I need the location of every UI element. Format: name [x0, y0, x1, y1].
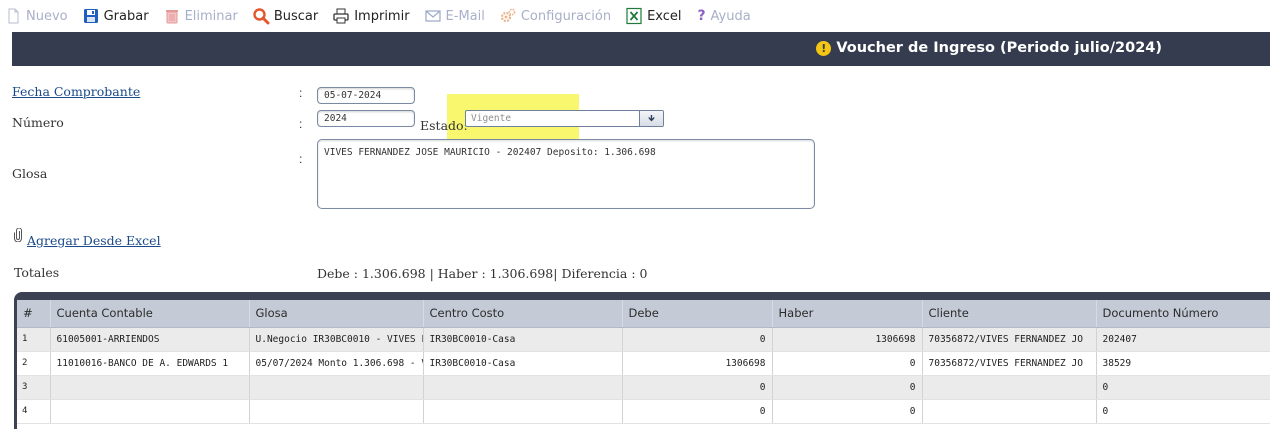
totales-label: Totales	[14, 265, 60, 280]
page-title: ! Voucher de Ingreso (Periodo julio/2024…	[816, 40, 1162, 56]
cuenta-cell[interactable]	[50, 399, 250, 424]
totales-summary: Debe : 1.306.698 | Haber : 1.306.698| Di…	[317, 266, 648, 281]
colon: :	[299, 86, 303, 100]
column-header[interactable]: #	[17, 300, 51, 328]
column-header[interactable]: Glosa	[249, 300, 424, 328]
debe-cell[interactable]: 0	[622, 375, 773, 400]
question-mark-icon: ?	[697, 8, 706, 24]
column-header[interactable]: Haber	[772, 300, 923, 328]
configuracion-button[interactable]: Configuración	[499, 7, 611, 25]
table-row[interactable]: 3 0 0 0	[17, 375, 1270, 400]
row-index: 1	[17, 327, 51, 352]
column-header[interactable]: Centro Costo	[423, 300, 623, 328]
haber-cell[interactable]: 0	[772, 351, 923, 376]
estado-label: Estado:	[420, 118, 468, 133]
documento-cell[interactable]: 202407	[1096, 327, 1270, 352]
email-button[interactable]: E-Mail	[424, 7, 485, 25]
glosa-cell[interactable]: 05/07/2024 Monto 1.306.698 - V	[249, 351, 424, 376]
table-row[interactable]: 1 61005001-ARRIENDOS U.Negocio IR30BC001…	[17, 327, 1270, 352]
centro-costo-cell[interactable]: IR30BC0010-Casa	[423, 327, 623, 352]
fecha-comprobante-link[interactable]: Fecha Comprobante	[12, 84, 140, 99]
ayuda-button[interactable]: ? Ayuda	[696, 7, 750, 25]
row-index: 2	[17, 351, 51, 376]
haber-cell[interactable]: 0	[772, 399, 923, 424]
excel-button[interactable]: Excel	[625, 7, 682, 25]
header-bar: ! Voucher de Ingreso (Periodo julio/2024…	[12, 32, 1270, 66]
envelope-icon	[424, 7, 442, 25]
grid-header-row: # Cuenta Contable Glosa Centro Costo Deb…	[17, 300, 1270, 328]
search-icon	[252, 7, 270, 25]
row-index: 3	[17, 375, 51, 400]
colon: :	[299, 152, 303, 166]
centro-costo-cell[interactable]	[423, 399, 623, 424]
eliminar-button[interactable]: Eliminar	[163, 7, 238, 25]
agregar-desde-excel-link[interactable]: Agregar Desde Excel	[27, 233, 161, 248]
glosa-cell[interactable]: U.Negocio IR30BC0010 - VIVES F	[249, 327, 424, 352]
haber-cell[interactable]: 0	[772, 375, 923, 400]
row-index: 4	[17, 399, 51, 424]
debe-cell[interactable]: 1306698	[622, 351, 773, 376]
cliente-cell[interactable]: 70356872/VIVES FERNANDEZ JO	[922, 327, 1097, 352]
estado-value: Vigente	[471, 113, 512, 124]
new-document-icon	[4, 7, 22, 25]
estado-select[interactable]: Vigente 🡻	[465, 110, 664, 127]
table-row[interactable]: 4 0 0 0	[17, 399, 1270, 424]
printer-icon	[332, 7, 350, 25]
haber-cell[interactable]: 1306698	[772, 327, 923, 352]
debe-cell[interactable]: 0	[622, 327, 773, 352]
buscar-button[interactable]: Buscar	[252, 7, 318, 25]
documento-cell[interactable]: 0	[1096, 375, 1270, 400]
centro-costo-cell[interactable]	[423, 375, 623, 400]
cuenta-cell[interactable]: 11010016-BANCO DE A. EDWARDS 1	[50, 351, 250, 376]
cuenta-cell[interactable]: 61005001-ARRIENDOS	[50, 327, 250, 352]
column-header[interactable]: Debe	[622, 300, 773, 328]
nuevo-button[interactable]: Nuevo	[4, 7, 68, 25]
column-header[interactable]: Cliente	[922, 300, 1097, 328]
glosa-textarea[interactable]: VIVES FERNANDEZ JOSE MAURICIO - 202407 D…	[317, 139, 815, 209]
documento-cell[interactable]: 38529	[1096, 351, 1270, 376]
glosa-cell[interactable]	[249, 399, 424, 424]
table-row[interactable]: 2 11010016-BANCO DE A. EDWARDS 1 05/07/2…	[17, 351, 1270, 376]
debe-cell[interactable]: 0	[622, 399, 773, 424]
exclamation-icon: !	[816, 40, 832, 56]
glosa-cell[interactable]	[249, 375, 424, 400]
numero-label: Número	[12, 115, 64, 130]
cliente-cell[interactable]	[922, 399, 1097, 424]
trash-icon	[163, 7, 181, 25]
glosa-label: Glosa	[12, 166, 48, 181]
paperclip-icon	[14, 228, 22, 242]
cuenta-cell[interactable]	[50, 375, 250, 400]
excel-icon	[625, 7, 643, 25]
gears-icon	[499, 7, 517, 25]
centro-costo-cell[interactable]: IR30BC0010-Casa	[423, 351, 623, 376]
arrow-down-icon[interactable]: 🡻	[639, 111, 663, 126]
fecha-input[interactable]: 05-07-2024	[317, 87, 415, 104]
column-header[interactable]: Cuenta Contable	[50, 300, 250, 328]
cliente-cell[interactable]: 70356872/VIVES FERNANDEZ JO	[922, 351, 1097, 376]
detalle-table: # Cuenta Contable Glosa Centro Costo Deb…	[17, 300, 1270, 424]
toolbar: Nuevo Grabar Eliminar Buscar Imprimir E-…	[0, 0, 1270, 32]
column-header[interactable]: Documento Número	[1096, 300, 1270, 328]
detalle-grid: # Cuenta Contable Glosa Centro Costo Deb…	[14, 292, 1270, 429]
floppy-disk-icon	[82, 7, 100, 25]
documento-cell[interactable]: 0	[1096, 399, 1270, 424]
grabar-button[interactable]: Grabar	[82, 7, 149, 25]
numero-input[interactable]: 2024	[317, 110, 415, 127]
imprimir-button[interactable]: Imprimir	[332, 7, 410, 25]
cliente-cell[interactable]	[922, 375, 1097, 400]
colon: :	[299, 117, 303, 131]
